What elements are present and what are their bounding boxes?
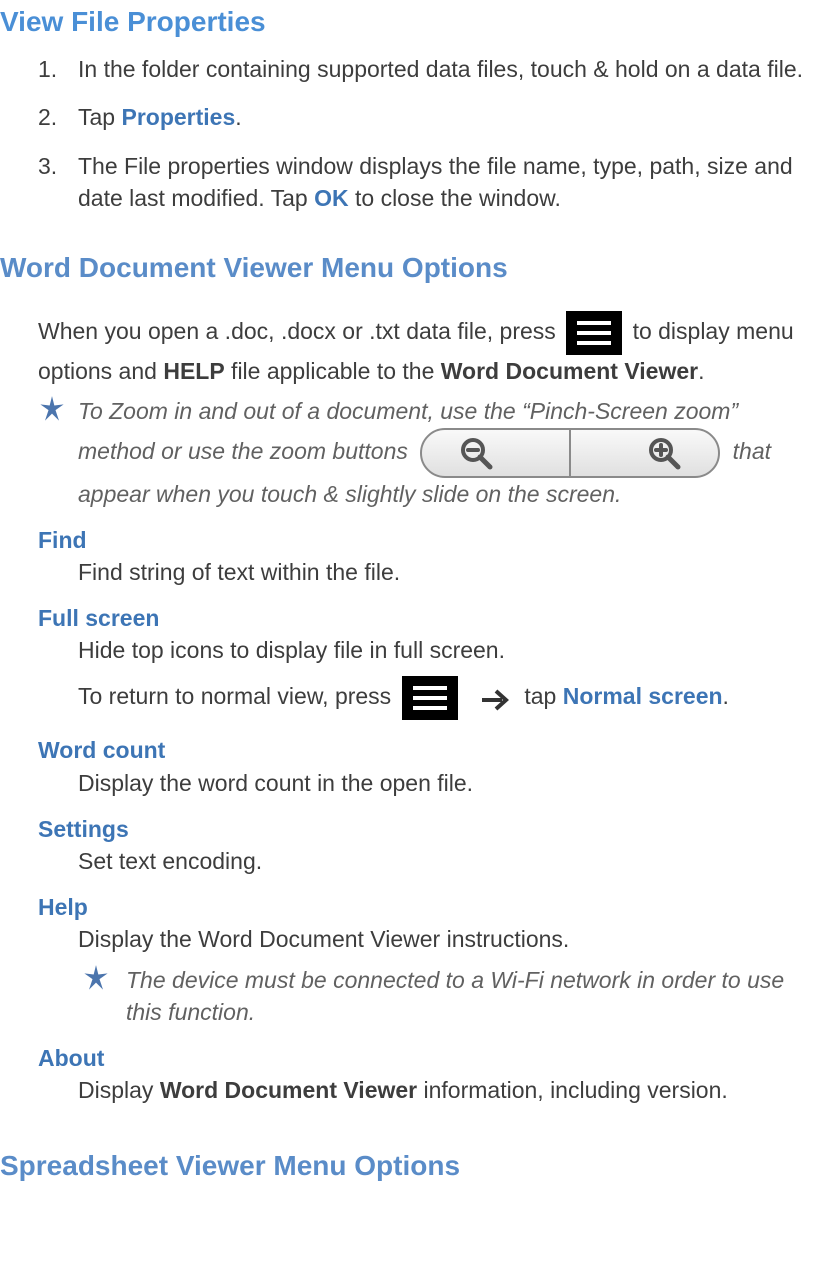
step-number: 1.: [38, 53, 57, 85]
intro-text-c: file applicable to the: [225, 358, 441, 384]
about-text-b: information, including version.: [417, 1077, 728, 1103]
ok-link: OK: [314, 185, 349, 211]
subhead-find: Find: [38, 524, 819, 556]
desc-full-screen-1: Hide top icons to display file in full s…: [38, 634, 819, 666]
menu-icon: [566, 311, 622, 355]
step-number: 2.: [38, 101, 57, 133]
subhead-full-screen: Full screen: [38, 602, 819, 634]
zoom-widget: [420, 428, 720, 478]
desc-full-screen-2: To return to normal view, press tap Norm…: [38, 676, 819, 720]
desc-word-count: Display the word count in the open file.: [38, 767, 819, 799]
subhead-settings: Settings: [38, 813, 819, 845]
subhead-word-count: Word count: [38, 734, 819, 766]
intro-text-a: When you open a .doc, .docx or .txt data…: [38, 318, 562, 344]
normal-screen-link: Normal screen: [563, 684, 723, 710]
arrow-right-icon: [480, 682, 510, 715]
subhead-about: About: [38, 1042, 819, 1074]
about-text-a: Display: [78, 1077, 160, 1103]
step-number: 3.: [38, 150, 57, 182]
intro-text-d: .: [698, 358, 704, 384]
step-text: In the folder containing supported data …: [78, 56, 803, 82]
desc-settings: Set text encoding.: [38, 845, 819, 877]
fullscreen-text-a: To return to normal view, press: [78, 684, 398, 710]
subhead-help: Help: [38, 891, 819, 923]
properties-link: Properties: [121, 104, 235, 130]
zoom-divider: [569, 430, 571, 476]
intro-paragraph: When you open a .doc, .docx or .txt data…: [38, 311, 819, 387]
about-bold: Word Document Viewer: [160, 1077, 417, 1103]
heading-view-file-properties: View File Properties: [0, 2, 819, 41]
help-bold: HELP: [163, 358, 224, 384]
help-note-text: The device must be connected to a Wi-Fi …: [126, 967, 784, 1025]
step-2: 2. Tap Properties.: [38, 101, 819, 133]
step-text-tail: to close the window.: [349, 185, 561, 211]
heading-word-document-viewer-menu-options: Word Document Viewer Menu Options: [0, 248, 819, 287]
steps-list: 1. In the folder containing supported da…: [0, 53, 819, 214]
desc-about: Display Word Document Viewer information…: [38, 1074, 819, 1106]
zoom-in-icon: [646, 435, 682, 471]
word-document-viewer-bold: Word Document Viewer: [441, 358, 698, 384]
fullscreen-text-b: tap: [524, 684, 562, 710]
menu-icon: [402, 676, 458, 720]
step-text: Tap: [78, 104, 121, 130]
desc-find: Find string of text within the file.: [38, 556, 819, 588]
help-note: The device must be connected to a Wi-Fi …: [78, 964, 819, 1028]
star-icon: [38, 395, 66, 431]
step-3: 3. The File properties window displays t…: [38, 150, 819, 214]
zoom-out-icon: [458, 435, 494, 471]
desc-help: Display the Word Document Viewer instruc…: [38, 923, 819, 955]
heading-spreadsheet-viewer-menu-options: Spreadsheet Viewer Menu Options: [0, 1146, 819, 1185]
zoom-note: To Zoom in and out of a document, use th…: [38, 395, 819, 509]
step-1: 1. In the folder containing supported da…: [38, 53, 819, 85]
fullscreen-text-c: .: [723, 684, 729, 710]
step-text-tail: .: [235, 104, 241, 130]
star-icon: [82, 964, 110, 1000]
